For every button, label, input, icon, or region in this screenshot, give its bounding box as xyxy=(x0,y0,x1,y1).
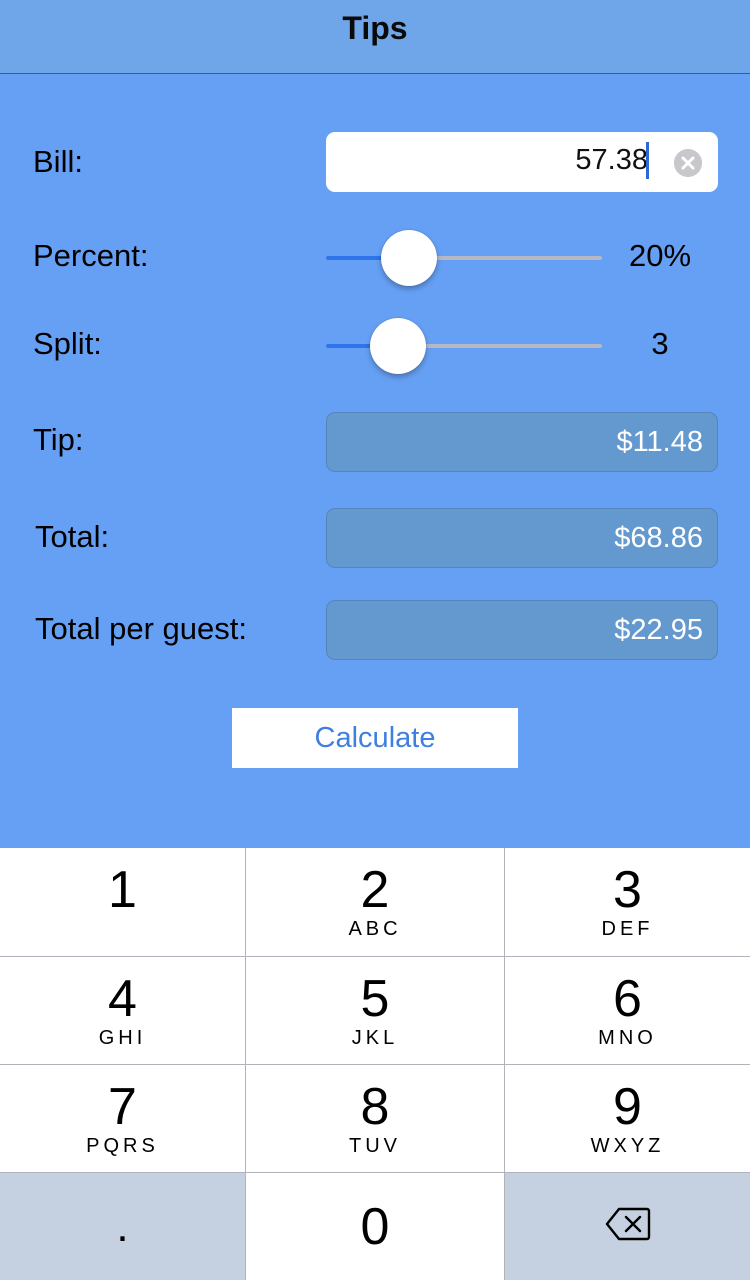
percent-value: 20% xyxy=(628,238,692,273)
key-8[interactable]: 8 TUV xyxy=(246,1065,505,1173)
total-label: Total: xyxy=(35,519,110,554)
slider-thumb[interactable] xyxy=(370,318,426,374)
clear-icon[interactable] xyxy=(674,149,702,177)
total-field: $68.86 xyxy=(326,508,718,568)
key-letters: WXYZ xyxy=(590,1135,665,1157)
text-caret xyxy=(646,142,649,179)
key-letters: MNO xyxy=(598,1027,657,1049)
percent-slider[interactable] xyxy=(326,228,602,288)
key-1[interactable]: 1 xyxy=(0,848,246,957)
key-letters: TUV xyxy=(349,1135,401,1157)
key-digit: 8 xyxy=(360,1078,390,1136)
total-value: $68.86 xyxy=(614,522,703,554)
key-4[interactable]: 4 GHI xyxy=(0,957,246,1065)
key-letters: GHI xyxy=(98,1027,147,1049)
key-7[interactable]: 7 PQRS xyxy=(0,1065,246,1173)
key-9[interactable]: 9 WXYZ xyxy=(505,1065,750,1173)
split-value: 3 xyxy=(651,326,669,361)
key-2[interactable]: 2 ABC xyxy=(246,848,505,957)
key-digit: 9 xyxy=(613,1078,642,1136)
numeric-keypad: 1 2 ABC 3 DEF 4 GHI 5 JKL 6 MNO 7 PQRS 8… xyxy=(0,848,750,1280)
key-letters: ABC xyxy=(348,918,402,940)
key-6[interactable]: 6 MNO xyxy=(505,957,750,1065)
per-guest-field: $22.95 xyxy=(326,600,718,660)
navigation-bar: Tips xyxy=(0,0,750,74)
percent-label: Percent: xyxy=(33,238,149,273)
key-digit: 1 xyxy=(108,861,137,919)
key-digit: 5 xyxy=(360,970,390,1028)
key-5[interactable]: 5 JKL xyxy=(246,957,505,1065)
backspace-icon xyxy=(605,1207,651,1241)
key-letters: DEF xyxy=(601,918,654,940)
key-3[interactable]: 3 DEF xyxy=(505,848,750,957)
tip-value: $11.48 xyxy=(616,426,703,458)
per-guest-value: $22.95 xyxy=(614,614,703,646)
key-digit: 6 xyxy=(613,970,642,1028)
key-digit: 4 xyxy=(108,970,137,1028)
bill-label: Bill: xyxy=(33,144,83,179)
key-digit: 0 xyxy=(360,1198,390,1256)
bill-input-value: 57.38 xyxy=(575,144,648,176)
page-title: Tips xyxy=(342,10,408,46)
key-decimal[interactable]: . xyxy=(0,1173,246,1280)
key-digit: 2 xyxy=(360,861,390,919)
per-guest-label: Total per guest: xyxy=(35,611,247,646)
split-slider[interactable] xyxy=(326,316,602,376)
slider-thumb[interactable] xyxy=(381,230,437,286)
key-delete[interactable] xyxy=(505,1173,750,1280)
split-label: Split: xyxy=(33,326,102,361)
key-letters: PQRS xyxy=(86,1135,159,1157)
key-letters: JKL xyxy=(351,1027,399,1049)
bill-input[interactable]: 57.38 xyxy=(326,132,718,192)
calculate-button[interactable]: Calculate xyxy=(232,708,518,768)
tip-field: $11.48 xyxy=(326,412,718,472)
key-digit: 7 xyxy=(108,1078,137,1136)
key-0[interactable]: 0 xyxy=(246,1173,505,1280)
tip-label: Tip: xyxy=(33,422,84,457)
key-digit: 3 xyxy=(613,861,642,919)
key-digit: . xyxy=(116,1202,129,1251)
